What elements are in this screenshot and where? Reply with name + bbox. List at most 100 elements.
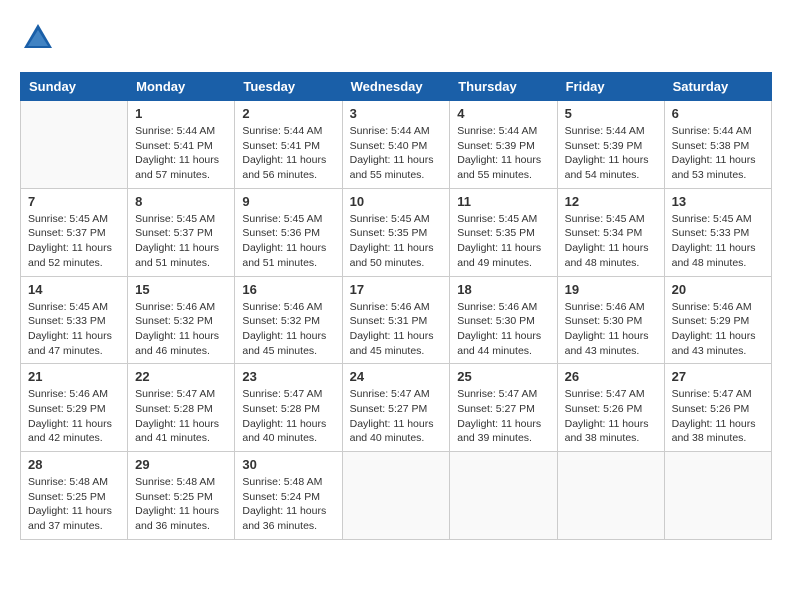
day-number: 9 (242, 194, 334, 209)
page-header (20, 20, 772, 56)
day-info: Sunrise: 5:45 AMSunset: 5:35 PMDaylight:… (350, 212, 443, 271)
calendar-cell (664, 452, 771, 540)
day-info: Sunrise: 5:47 AMSunset: 5:26 PMDaylight:… (565, 387, 657, 446)
logo-icon (20, 20, 56, 56)
day-number: 6 (672, 106, 764, 121)
day-info: Sunrise: 5:46 AMSunset: 5:31 PMDaylight:… (350, 300, 443, 359)
day-info: Sunrise: 5:46 AMSunset: 5:29 PMDaylight:… (672, 300, 764, 359)
header-tuesday: Tuesday (235, 73, 342, 101)
calendar-cell (557, 452, 664, 540)
day-info: Sunrise: 5:46 AMSunset: 5:32 PMDaylight:… (242, 300, 334, 359)
logo (20, 20, 62, 56)
day-number: 28 (28, 457, 120, 472)
day-number: 14 (28, 282, 120, 297)
day-info: Sunrise: 5:48 AMSunset: 5:24 PMDaylight:… (242, 475, 334, 534)
header-sunday: Sunday (21, 73, 128, 101)
day-number: 19 (565, 282, 657, 297)
calendar-cell: 30 Sunrise: 5:48 AMSunset: 5:24 PMDayligh… (235, 452, 342, 540)
calendar-cell: 9Sunrise: 5:45 AMSunset: 5:36 PMDaylight… (235, 188, 342, 276)
calendar-cell: 24 Sunrise: 5:47 AMSunset: 5:27 PMDayligh… (342, 364, 450, 452)
day-info: Sunrise: 5:44 AMSunset: 5:39 PMDaylight:… (457, 124, 549, 183)
calendar-week-5: 28 Sunrise: 5:48 AMSunset: 5:25 PMDayligh… (21, 452, 772, 540)
calendar-cell: 16 Sunrise: 5:46 AMSunset: 5:32 PMDayligh… (235, 276, 342, 364)
calendar-cell (450, 452, 557, 540)
day-number: 21 (28, 369, 120, 384)
day-info: Sunrise: 5:47 AMSunset: 5:27 PMDaylight:… (350, 387, 443, 446)
calendar-cell: 29 Sunrise: 5:48 AMSunset: 5:25 PMDayligh… (128, 452, 235, 540)
calendar-cell: 23 Sunrise: 5:47 AMSunset: 5:28 PMDayligh… (235, 364, 342, 452)
calendar-cell: 21 Sunrise: 5:46 AMSunset: 5:29 PMDayligh… (21, 364, 128, 452)
day-info: Sunrise: 5:45 AMSunset: 5:37 PMDaylight:… (135, 212, 227, 271)
calendar-cell (342, 452, 450, 540)
day-number: 24 (350, 369, 443, 384)
day-number: 5 (565, 106, 657, 121)
day-number: 30 (242, 457, 334, 472)
day-number: 7 (28, 194, 120, 209)
day-info: Sunrise: 5:46 AMSunset: 5:30 PMDaylight:… (565, 300, 657, 359)
calendar-cell: 11 Sunrise: 5:45 AMSunset: 5:35 PMDayligh… (450, 188, 557, 276)
calendar-cell: 4Sunrise: 5:44 AMSunset: 5:39 PMDaylight… (450, 101, 557, 189)
day-number: 10 (350, 194, 443, 209)
day-info: Sunrise: 5:45 AMSunset: 5:33 PMDaylight:… (672, 212, 764, 271)
day-info: Sunrise: 5:44 AMSunset: 5:40 PMDaylight:… (350, 124, 443, 183)
calendar-table: SundayMondayTuesdayWednesdayThursdayFrid… (20, 72, 772, 540)
day-number: 22 (135, 369, 227, 384)
day-info: Sunrise: 5:46 AMSunset: 5:30 PMDaylight:… (457, 300, 549, 359)
calendar-cell: 12 Sunrise: 5:45 AMSunset: 5:34 PMDayligh… (557, 188, 664, 276)
calendar-cell: 25Sunrise: 5:47 AMSunset: 5:27 PMDayligh… (450, 364, 557, 452)
header-monday: Monday (128, 73, 235, 101)
day-number: 25 (457, 369, 549, 384)
day-info: Sunrise: 5:45 AMSunset: 5:35 PMDaylight:… (457, 212, 549, 271)
day-number: 16 (242, 282, 334, 297)
calendar-week-4: 21 Sunrise: 5:46 AMSunset: 5:29 PMDayligh… (21, 364, 772, 452)
header-wednesday: Wednesday (342, 73, 450, 101)
day-number: 15 (135, 282, 227, 297)
calendar-cell: 20 Sunrise: 5:46 AMSunset: 5:29 PMDayligh… (664, 276, 771, 364)
day-info: Sunrise: 5:45 AMSunset: 5:34 PMDaylight:… (565, 212, 657, 271)
calendar-cell: 13 Sunrise: 5:45 AMSunset: 5:33 PMDayligh… (664, 188, 771, 276)
day-info: Sunrise: 5:46 AMSunset: 5:29 PMDaylight:… (28, 387, 120, 446)
calendar-cell: 28 Sunrise: 5:48 AMSunset: 5:25 PMDayligh… (21, 452, 128, 540)
day-info: Sunrise: 5:47 AMSunset: 5:28 PMDaylight:… (135, 387, 227, 446)
calendar-cell: 17Sunrise: 5:46 AMSunset: 5:31 PMDayligh… (342, 276, 450, 364)
day-number: 13 (672, 194, 764, 209)
day-number: 20 (672, 282, 764, 297)
day-info: Sunrise: 5:47 AMSunset: 5:26 PMDaylight:… (672, 387, 764, 446)
calendar-week-1: 1 Sunrise: 5:44 AMSunset: 5:41 PMDaylight… (21, 101, 772, 189)
header-thursday: Thursday (450, 73, 557, 101)
day-info: Sunrise: 5:44 AMSunset: 5:41 PMDaylight:… (242, 124, 334, 183)
day-number: 2 (242, 106, 334, 121)
day-number: 26 (565, 369, 657, 384)
day-info: Sunrise: 5:45 AMSunset: 5:37 PMDaylight:… (28, 212, 120, 271)
day-info: Sunrise: 5:44 AMSunset: 5:41 PMDaylight:… (135, 124, 227, 183)
day-number: 23 (242, 369, 334, 384)
calendar-cell: 7 Sunrise: 5:45 AMSunset: 5:37 PMDaylight… (21, 188, 128, 276)
calendar-cell: 26 Sunrise: 5:47 AMSunset: 5:26 PMDayligh… (557, 364, 664, 452)
calendar-week-2: 7 Sunrise: 5:45 AMSunset: 5:37 PMDaylight… (21, 188, 772, 276)
calendar-cell: 5 Sunrise: 5:44 AMSunset: 5:39 PMDaylight… (557, 101, 664, 189)
day-number: 29 (135, 457, 227, 472)
day-info: Sunrise: 5:47 AMSunset: 5:28 PMDaylight:… (242, 387, 334, 446)
calendar-cell (21, 101, 128, 189)
calendar-cell: 8 Sunrise: 5:45 AMSunset: 5:37 PMDaylight… (128, 188, 235, 276)
calendar-cell: 6 Sunrise: 5:44 AMSunset: 5:38 PMDaylight… (664, 101, 771, 189)
calendar-cell: 15Sunrise: 5:46 AMSunset: 5:32 PMDayligh… (128, 276, 235, 364)
day-number: 8 (135, 194, 227, 209)
day-info: Sunrise: 5:44 AMSunset: 5:39 PMDaylight:… (565, 124, 657, 183)
calendar-cell: 10 Sunrise: 5:45 AMSunset: 5:35 PMDayligh… (342, 188, 450, 276)
calendar-header-row: SundayMondayTuesdayWednesdayThursdayFrid… (21, 73, 772, 101)
calendar-cell: 22 Sunrise: 5:47 AMSunset: 5:28 PMDayligh… (128, 364, 235, 452)
day-info: Sunrise: 5:48 AMSunset: 5:25 PMDaylight:… (28, 475, 120, 534)
day-number: 27 (672, 369, 764, 384)
day-info: Sunrise: 5:44 AMSunset: 5:38 PMDaylight:… (672, 124, 764, 183)
day-number: 11 (457, 194, 549, 209)
calendar-cell: 14Sunrise: 5:45 AMSunset: 5:33 PMDayligh… (21, 276, 128, 364)
day-number: 1 (135, 106, 227, 121)
day-info: Sunrise: 5:48 AMSunset: 5:25 PMDaylight:… (135, 475, 227, 534)
day-number: 12 (565, 194, 657, 209)
day-number: 18 (457, 282, 549, 297)
calendar-cell: 3Sunrise: 5:44 AMSunset: 5:40 PMDaylight… (342, 101, 450, 189)
calendar-cell: 19 Sunrise: 5:46 AMSunset: 5:30 PMDayligh… (557, 276, 664, 364)
calendar-week-3: 14Sunrise: 5:45 AMSunset: 5:33 PMDayligh… (21, 276, 772, 364)
calendar-cell: 18 Sunrise: 5:46 AMSunset: 5:30 PMDayligh… (450, 276, 557, 364)
